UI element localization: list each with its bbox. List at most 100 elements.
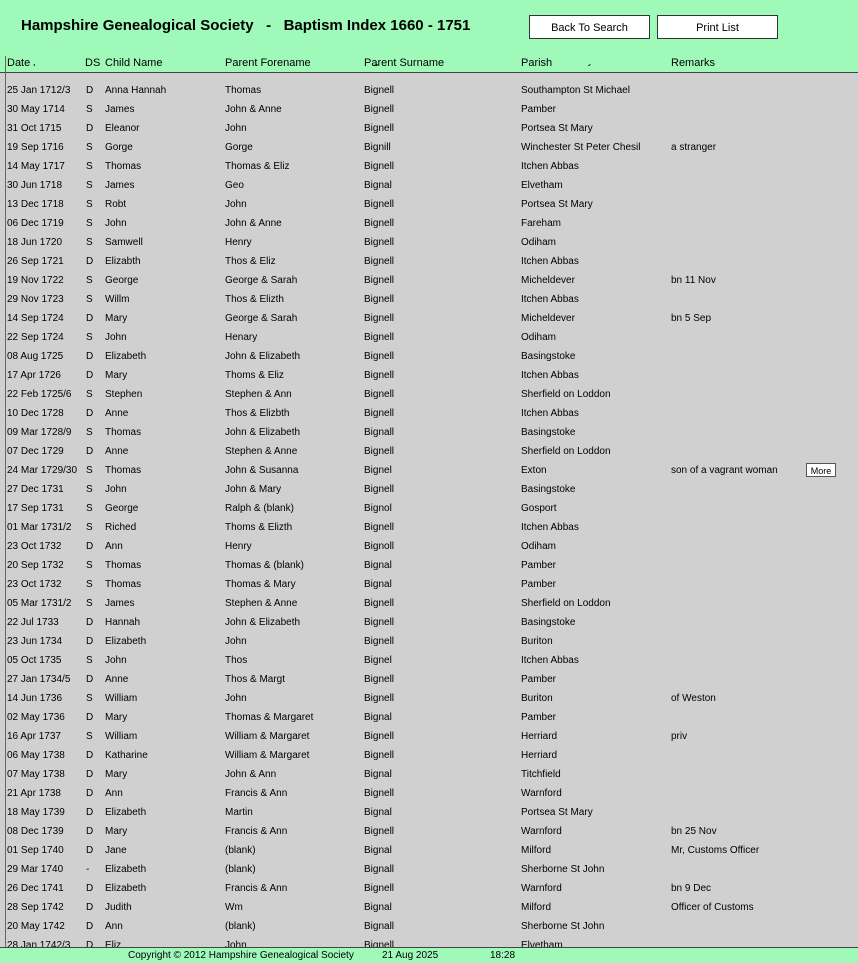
cell-date: 07 Sep 1712 [7, 64, 64, 67]
cell-parent-forename: John [225, 199, 247, 210]
cell-ds: S [86, 465, 93, 476]
table-row: 17 Apr 1726 D Mary Thoms & Eliz Bignell Itche… [0, 367, 858, 386]
cell-date: 20 May 1742 [7, 921, 65, 932]
cell-parent-forename: George & Sarah [225, 313, 298, 324]
cell-parent-forename: Thomas & Mary [225, 579, 296, 590]
cell-child-name: Thomas [105, 161, 142, 172]
cell-ds: S [86, 180, 93, 191]
cell-date: 22 Jul 1733 [7, 617, 59, 628]
cell-date: 29 Nov 1723 [7, 294, 64, 305]
cell-parent-surname: Bignal [364, 579, 392, 590]
cell-parent-forename: Stephen & Anne [225, 598, 298, 609]
cell-child-name: George [105, 275, 139, 286]
cell-parent-forename: Henry [225, 541, 252, 552]
cell-parent-forename: Wm [225, 902, 243, 913]
print-list-button[interactable]: Print List [657, 15, 778, 39]
cell-parent-forename: (blank) [225, 864, 256, 875]
cell-remarks: Officer of Customs [671, 902, 754, 913]
back-to-search-button[interactable]: Back To Search [529, 15, 650, 39]
cell-parish: Buriton [521, 636, 553, 647]
table-row: 08 Aug 1725 D Elizabeth John & Elizabeth Big… [0, 348, 858, 367]
cell-child-name: Mary [105, 712, 128, 723]
cell-date: 01 Mar 1731/2 [7, 522, 72, 533]
cell-parish: Milford [521, 845, 552, 856]
cell-remarks: bn 11 Nov [671, 275, 716, 286]
cell-ds: S [86, 64, 93, 67]
cell-parish: Sherfield on Loddon [521, 446, 611, 457]
cell-ds: - [86, 864, 90, 875]
left-border [5, 56, 6, 948]
table-row: 02 May 1736 D Mary Thomas & Margaret Bignal P… [0, 709, 858, 728]
cell-child-name: Mary [105, 769, 128, 780]
cell-child-name: James [105, 180, 135, 191]
cell-parent-surname: Bignell [364, 674, 395, 685]
table-row: 14 Jun 1736 S William John Bignell Buriton of … [0, 690, 858, 709]
cell-child-name: Thomas [105, 465, 142, 476]
cell-parent-surname: Bignell [364, 750, 395, 761]
cell-ds: S [86, 484, 93, 495]
cell-parent-surname: Bignell [364, 598, 395, 609]
cell-ds: D [86, 123, 94, 134]
cell-ds: S [86, 560, 93, 571]
cell-ds: D [86, 256, 94, 267]
cell-ds: D [86, 845, 94, 856]
cell-parish: Pamber [521, 579, 557, 590]
cell-child-name: John [105, 218, 127, 229]
cell-parish: Herriard [521, 731, 558, 742]
table-row: 22 Jul 1733 D Hannah John & Elizabeth Bignel… [0, 614, 858, 633]
cell-parent-surname: Bignell [364, 104, 395, 115]
cell-date: 14 May 1717 [7, 161, 65, 172]
cell-child-name: Mary [105, 313, 128, 324]
cell-ds: S [86, 294, 93, 305]
cell-parent-forename: Thoms & Eliz [225, 370, 284, 381]
cell-remarks: bn 9 Dec [671, 883, 712, 894]
cell-date: 06 May 1738 [7, 750, 65, 761]
cell-ds: D [86, 826, 94, 837]
cell-parent-forename: Francis & Ann [225, 826, 288, 837]
cell-parish: Itchen Abbas [521, 256, 579, 267]
cell-parish: Odiham [521, 332, 557, 343]
cell-parent-surname: Bignol [364, 503, 392, 514]
cell-date: 14 Jun 1736 [7, 693, 63, 704]
cell-child-name: Thomas [105, 579, 142, 590]
cell-parent-surname: Bignell [364, 940, 395, 947]
cell-child-name: George [105, 503, 139, 514]
table-row: 19 Nov 1722 S George George & Sarah Bignell M… [0, 272, 858, 291]
cell-parent-surname: Bignall [364, 921, 395, 932]
cell-parent-surname: Bignell [364, 85, 395, 96]
table-row: 09 Mar 1728/9 S Thomas John & Elizabeth Bign… [0, 424, 858, 443]
cell-parent-surname: Bignell [364, 237, 395, 248]
table-row: 30 May 1714 S James John & Anne Bignell Pambe… [0, 101, 858, 120]
cell-parish: Milford [521, 902, 552, 913]
cell-parent-forename: Thos & Elizth [225, 294, 284, 305]
copyright-text: Copyright © 2012 Hampshire Genealogical … [128, 950, 354, 961]
cell-parish: Itchen Abbas [521, 370, 579, 381]
cell-parish: Gosport [521, 503, 557, 514]
cell-child-name: Anne [105, 408, 129, 419]
cell-parish: Pamber [521, 674, 557, 685]
cell-ds: S [86, 522, 93, 533]
cell-parent-forename: Thos & Eliz [225, 256, 276, 267]
cell-parish: Portsea St Mary [521, 807, 593, 818]
cell-parish: Pamber [521, 560, 557, 571]
cell-child-name: John [105, 655, 127, 666]
cell-child-name: Elizabth [105, 256, 141, 267]
table-row: 14 May 1717 S Thomas Thomas & Eliz Bignell It… [0, 158, 858, 177]
cell-ds: S [86, 655, 93, 666]
table-row: 16 Apr 1737 S William William & Margaret Big… [0, 728, 858, 747]
more-button[interactable]: More [806, 463, 836, 477]
cell-parent-surname: Bignal [364, 902, 392, 913]
cell-ds: D [86, 750, 94, 761]
cell-ds: S [86, 199, 93, 210]
cell-child-name: Eleanor [105, 123, 140, 134]
cell-parent-surname: Bignell [364, 484, 395, 495]
cell-ds: D [86, 902, 94, 913]
cell-date: 22 Feb 1725/6 [7, 389, 72, 400]
cell-date: 24 Mar 1729/30 [7, 465, 78, 476]
cell-child-name: Ann [105, 788, 123, 799]
cell-date: 23 Oct 1732 [7, 579, 62, 590]
results-table[interactable]: 07 Sep 1712 S John Robert Bignell Portsea St … [0, 64, 858, 947]
cell-parish: Portsea St Mary [521, 199, 593, 210]
cell-parent-surname: Bignell [364, 332, 395, 343]
table-row: 18 Jun 1720 S Samwell Henry Bignell Odiham [0, 234, 858, 253]
